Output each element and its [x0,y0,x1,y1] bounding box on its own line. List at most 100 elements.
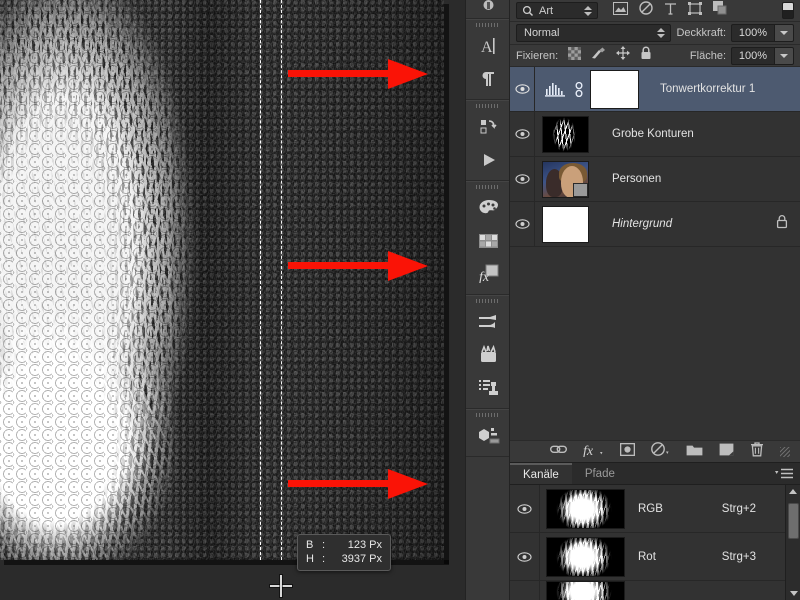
history-brush-icon[interactable] [466,0,511,14]
rail-grip-4[interactable] [466,296,509,305]
document-image[interactable] [0,0,444,560]
eye-icon [514,84,530,94]
layer-filter-type-select[interactable]: Art [516,2,598,19]
eye-icon [517,503,532,514]
layer-thumbnail-2[interactable] [542,115,589,153]
tab-pfade[interactable]: Pfade [572,463,628,484]
mask-link-icon[interactable] [573,81,585,97]
layer-filter-spinner[interactable] [582,3,594,18]
paragraph-panel-icon[interactable] [466,62,511,95]
new-group-icon[interactable] [686,443,703,461]
layer-filter-icon-group [613,1,727,20]
rail-grip-5[interactable] [466,410,509,419]
layer-name-1[interactable]: Tonwertkorrektur 1 [660,83,755,95]
channels-tab-bar[interactable]: Kanäle Pfade [510,463,800,485]
channel-row-partial[interactable] [510,581,800,600]
lock-image-icon[interactable] [591,47,606,65]
filter-adjustment-icon[interactable] [639,1,653,20]
channel-visibility-toggle-rot[interactable] [510,532,540,581]
filter-pixel-icon[interactable] [613,1,628,20]
layer-row-tonwertkorrektur[interactable]: Tonwertkorrektur 1 [510,66,800,112]
layer-name-4[interactable]: Hintergrund [612,218,672,230]
channel-thumbnail-rgb[interactable] [546,488,625,529]
layer-visibility-toggle-3[interactable] [510,156,535,202]
actions-panel-icon[interactable] [466,110,511,143]
blend-mode-spinner[interactable] [655,26,667,41]
new-layer-icon[interactable] [719,443,734,461]
layer-filter-bar[interactable]: Art [510,0,800,22]
layer-styles-fx-icon[interactable]: fx [466,257,511,290]
lock-transparency-icon[interactable] [568,46,582,65]
layer-row-personen[interactable]: Personen [510,156,800,202]
panel-icon-rail[interactable]: A fx [465,0,510,600]
filter-shape-icon[interactable] [688,1,702,20]
layer-name-2[interactable]: Grobe Konturen [612,128,694,140]
scroll-down-arrow-icon[interactable] [786,587,800,600]
channel-thumbnail-rot[interactable] [546,536,625,577]
new-adjustment-layer-icon[interactable] [651,442,670,461]
blend-mode-bar[interactable]: Normal Deckkraft: 100% [510,22,800,45]
layer-thumbnail-4[interactable] [542,205,589,243]
filter-toggle-switch[interactable] [782,2,794,19]
layer-style-fx-icon[interactable]: fx [583,442,604,462]
rail-grip-3[interactable] [466,182,509,191]
fill-dropdown-button[interactable] [775,46,794,65]
layer-thumbnail-3[interactable] [542,160,589,198]
delete-layer-icon[interactable] [750,441,764,462]
measure-height-value: 3937 Px [341,553,382,565]
lock-position-icon[interactable] [616,46,631,65]
brush-presets-icon[interactable] [466,305,511,338]
layer-visibility-toggle-1[interactable] [510,66,535,112]
tab-kanaele[interactable]: Kanäle [510,463,572,484]
background-lock-icon [776,214,800,234]
rail-grip-2[interactable] [466,101,509,110]
eye-icon [514,129,530,139]
character-panel-icon[interactable]: A [466,29,511,62]
filter-smartobject-icon[interactable] [713,1,727,20]
tool-presets-icon[interactable] [466,338,511,371]
layer-list[interactable]: Tonwertkorrektur 1 Grobe Konturen Person… [510,66,800,247]
add-layer-mask-icon[interactable] [619,442,636,461]
layer-row-grobe-konturen[interactable]: Grobe Konturen [510,111,800,157]
fill-input[interactable]: 100% [731,46,775,65]
rail-grip-1[interactable] [466,20,509,29]
color-swatches-icon[interactable] [466,191,511,224]
play-action-icon[interactable] [466,143,511,176]
right-panel-dock: Art Normal Deckkraft: 100% Fixieren: Flä… [510,0,800,600]
channel-row-rgb[interactable]: RGB Strg+2 [510,484,800,533]
channel-thumbnail-partial[interactable] [546,581,625,600]
channel-row-rot[interactable]: Rot Strg+3 [510,532,800,581]
channel-visibility-toggle-rgb[interactable] [510,484,540,533]
link-layers-icon[interactable] [549,443,568,461]
channel-name-rot: Rot [638,550,656,563]
selection-marquee-right[interactable] [281,0,282,560]
layers-footer-toolbar[interactable]: fx [510,440,800,462]
scroll-up-arrow-icon[interactable] [786,485,800,498]
document-canvas-area[interactable]: B : 123 Px H : 3937 Px [0,0,465,600]
filter-type-icon[interactable] [664,2,677,20]
3d-panel-icon[interactable] [466,419,511,452]
panel-resize-grip[interactable] [780,446,790,457]
rail-group-type: A [466,19,509,100]
layer-mask-thumbnail[interactable] [590,69,639,109]
layer-visibility-toggle-4[interactable] [510,201,535,247]
lock-icon-group [568,46,652,65]
channel-visibility-toggle-partial[interactable] [510,581,540,600]
panel-menu-icon[interactable] [768,463,800,484]
layer-row-hintergrund[interactable]: Hintergrund [510,201,800,247]
selection-marquee-left[interactable] [260,0,261,560]
lock-all-icon[interactable] [640,46,652,65]
blend-mode-select[interactable]: Normal [516,24,671,42]
layer-name-3[interactable]: Personen [612,173,661,185]
clone-source-icon[interactable] [466,371,511,404]
lock-bar[interactable]: Fixieren: Fläche: 100% [510,45,800,67]
image-vignette [0,0,444,560]
channels-panel[interactable]: Kanäle Pfade RGB Strg+2 Rot Strg+3 [510,462,800,600]
opacity-dropdown-button[interactable] [775,24,794,42]
swatches-grid-icon[interactable] [466,224,511,257]
opacity-input[interactable]: 100% [731,24,775,42]
layer-visibility-toggle-2[interactable] [510,111,535,157]
scrollbar-thumb[interactable] [788,503,799,539]
layer-filter-type-label: Art [539,4,554,17]
channels-scrollbar[interactable] [785,485,800,600]
